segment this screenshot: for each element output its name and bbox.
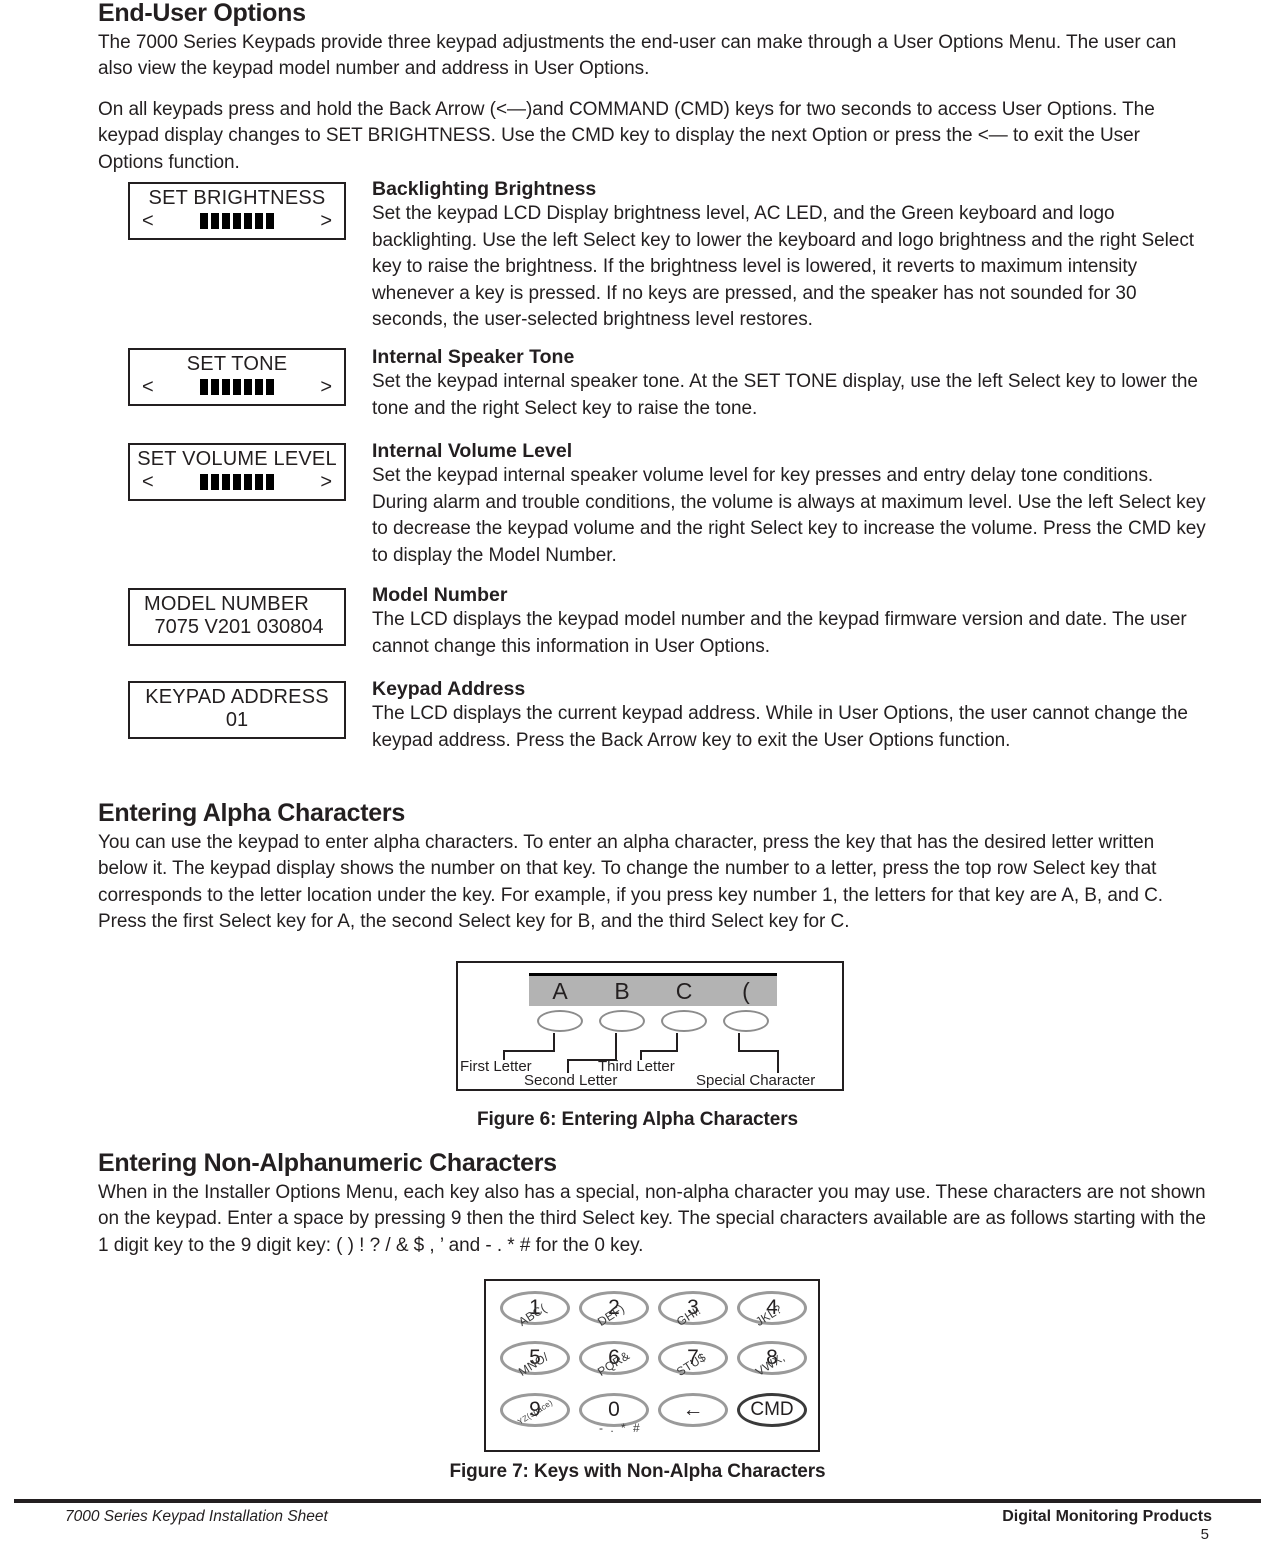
back-arrow-icon: ← bbox=[658, 1393, 728, 1427]
keypad-key-9: 9 YZ(space) bbox=[496, 1391, 575, 1437]
heading-entering-non-alphanumeric-characters: Entering Non-Alphanumeric Characters bbox=[98, 1149, 557, 1177]
page-title: End-User Options bbox=[98, 0, 306, 27]
option-description-volume: Internal Volume Level Set the keypad int… bbox=[372, 440, 1210, 569]
keypad-key-2: 2 DEF) bbox=[575, 1289, 654, 1335]
body-internal-speaker-tone: Set the keypad internal speaker tone. At… bbox=[372, 371, 1198, 419]
intro-paragraph-1: The 7000 Series Keypads provide three ke… bbox=[98, 31, 1177, 80]
lcd-display-keypad-address: KEYPAD ADDRESS 01 bbox=[128, 681, 346, 739]
keypad-key-7: 7 STU$ bbox=[654, 1339, 733, 1385]
keypad-row-1: 1 ABC( 2 DEF) 3 GHI! 4 JKL? bbox=[496, 1289, 812, 1335]
heading-entering-alpha-characters: Entering Alpha Characters bbox=[98, 799, 405, 827]
document-page: End-User Options The 7000 Series Keypads… bbox=[0, 0, 1275, 1544]
figure-7-keypad-diagram: 1 ABC( 2 DEF) 3 GHI! 4 JKL? 5 MNO/ 6 PQR… bbox=[484, 1279, 820, 1452]
section-entering-alpha-characters: Entering Alpha Characters You can use th… bbox=[98, 799, 1206, 936]
keypad-key-1: 1 ABC( bbox=[496, 1289, 575, 1335]
footer-company-name: Digital Monitoring Products bbox=[1002, 1508, 1212, 1525]
keypad-key-0: 0 - . * # bbox=[575, 1391, 654, 1437]
option-description-keypad-address: Keypad Address The LCD displays the curr… bbox=[372, 678, 1210, 754]
keypad-key-8: 8 VWX, bbox=[733, 1339, 812, 1385]
heading-keypad-address: Keypad Address bbox=[372, 678, 526, 700]
keypad-key-cmd: CMD bbox=[733, 1391, 812, 1437]
body-backlighting-brightness: Set the keypad LCD Display brightness le… bbox=[372, 203, 1194, 331]
lcd-title: KEYPAD ADDRESS bbox=[145, 686, 329, 708]
heading-model-number: Model Number bbox=[372, 584, 508, 606]
lcd-title: SET VOLUME LEVEL bbox=[137, 448, 337, 470]
body-internal-volume-level: Set the keypad internal speaker volume l… bbox=[372, 465, 1206, 566]
figure-6-label-third-letter: Third Letter bbox=[598, 1058, 675, 1075]
body-keypad-address: The LCD displays the current keypad addr… bbox=[372, 703, 1188, 751]
lcd-model-value: 7075 V201 030804 bbox=[154, 616, 324, 638]
keypad-key-sublabel: - . * # bbox=[599, 1421, 642, 1435]
lcd-level-bars bbox=[130, 379, 344, 395]
figure-6-label-special-character: Special Character bbox=[696, 1072, 816, 1089]
lcd-display-set-volume-level: SET VOLUME LEVEL < > bbox=[128, 443, 346, 501]
lcd-display-set-tone: SET TONE < > bbox=[128, 348, 346, 406]
lcd-level-bars bbox=[130, 474, 344, 490]
figure-6-caption: Figure 6: Entering Alpha Characters bbox=[477, 1109, 798, 1130]
lcd-level-bars bbox=[130, 213, 344, 229]
heading-backlighting-brightness: Backlighting Brightness bbox=[372, 178, 597, 200]
section-entering-non-alphanumeric-characters: Entering Non-Alphanumeric Characters Whe… bbox=[98, 1149, 1213, 1259]
option-description-brightness: Backlighting Brightness Set the keypad L… bbox=[372, 178, 1210, 334]
lcd-adjust-row: < > bbox=[130, 375, 344, 399]
lcd-right-arrow-icon: > bbox=[320, 471, 332, 493]
lcd-display-set-brightness: SET BRIGHTNESS < > bbox=[128, 182, 346, 240]
footer-page-number: 5 bbox=[1200, 1526, 1209, 1543]
footer-document-title: 7000 Series Keypad Installation Sheet bbox=[65, 1508, 328, 1525]
keypad-key-5: 5 MNO/ bbox=[496, 1339, 575, 1385]
lcd-right-arrow-icon: > bbox=[320, 210, 332, 232]
keypad-key-digit: CMD bbox=[737, 1393, 807, 1427]
lcd-title: SET BRIGHTNESS bbox=[148, 187, 326, 209]
keypad-key-4: 4 JKL? bbox=[733, 1289, 812, 1335]
intro-block: End-User Options The 7000 Series Keypads… bbox=[98, 0, 1203, 176]
keypad-key-back-arrow: ← bbox=[654, 1391, 733, 1437]
lcd-adjust-row: < > bbox=[130, 470, 344, 494]
body-entering-non-alphanumeric-characters: When in the Installer Options Menu, each… bbox=[98, 1181, 1206, 1256]
heading-internal-speaker-tone: Internal Speaker Tone bbox=[372, 346, 575, 368]
figure-6-label-first-letter: First Letter bbox=[460, 1058, 532, 1075]
keypad-key-6: 6 PQR& bbox=[575, 1339, 654, 1385]
heading-internal-volume-level: Internal Volume Level bbox=[372, 440, 573, 462]
lcd-right-arrow-icon: > bbox=[320, 376, 332, 398]
figure-6-frame: A B C ( First Letter Second Letter Third bbox=[456, 961, 844, 1091]
keypad-key-3: 3 GHI! bbox=[654, 1289, 733, 1335]
lcd-display-model-number: MODEL NUMBER 7075 V201 030804 bbox=[128, 588, 346, 646]
figure-7-caption: Figure 7: Keys with Non-Alpha Characters bbox=[449, 1461, 826, 1482]
figure-7-frame: 1 ABC( 2 DEF) 3 GHI! 4 JKL? 5 MNO/ 6 PQR… bbox=[484, 1279, 820, 1452]
option-description-model-number: Model Number The LCD displays the keypad… bbox=[372, 584, 1210, 660]
figure-6-diagram: A B C ( First Letter Second Letter Third bbox=[456, 961, 844, 1091]
footer-divider bbox=[14, 1499, 1261, 1503]
lcd-address-value: 01 bbox=[225, 709, 249, 731]
intro-paragraph-2: On all keypads press and hold the Back A… bbox=[98, 98, 1155, 173]
body-entering-alpha-characters: You can use the keypad to enter alpha ch… bbox=[98, 831, 1164, 933]
lcd-title: MODEL NUMBER bbox=[144, 593, 310, 615]
lcd-adjust-row: < > bbox=[130, 209, 344, 233]
option-description-tone: Internal Speaker Tone Set the keypad int… bbox=[372, 346, 1210, 422]
keypad-row-3: 9 YZ(space) 0 - . * # ← CMD bbox=[496, 1391, 812, 1437]
lcd-title: SET TONE bbox=[186, 353, 288, 375]
keypad-row-2: 5 MNO/ 6 PQR& 7 STU$ 8 VWX, bbox=[496, 1339, 812, 1385]
body-model-number: The LCD displays the keypad model number… bbox=[372, 609, 1187, 657]
